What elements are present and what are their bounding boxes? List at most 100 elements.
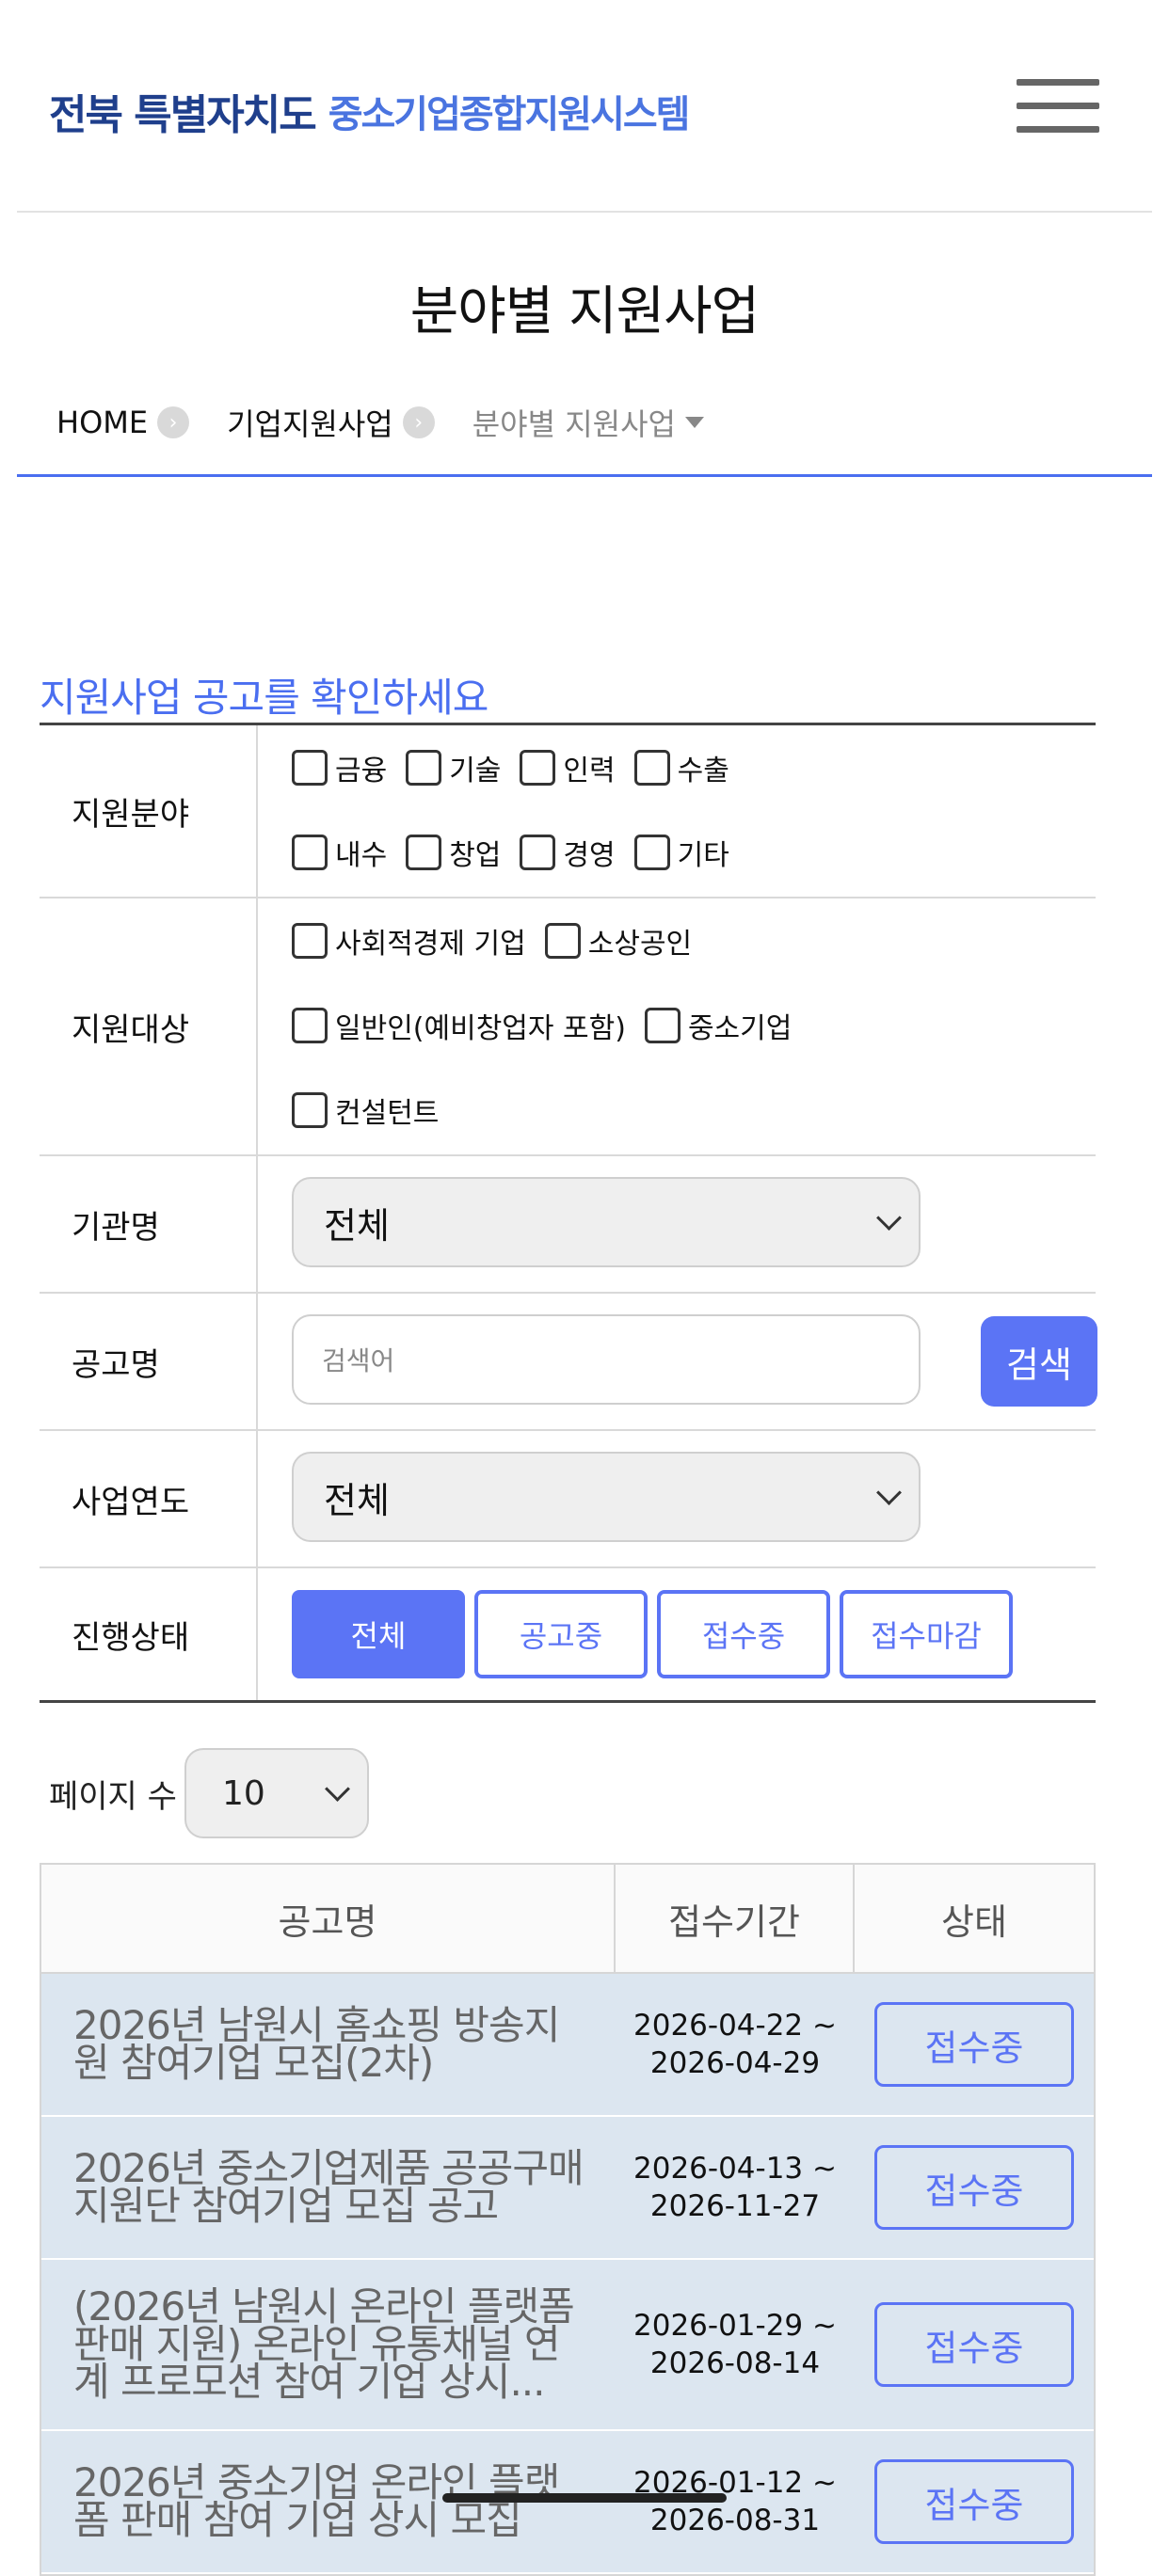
status-badge[interactable]: 접수중 — [874, 2002, 1074, 2087]
header-divider — [17, 211, 1152, 213]
filter-row-target: 지원대상 사회적경제 기업 소상공인 일반인(예비창업자 포함) 중소기업 컨설… — [40, 898, 1096, 1156]
site-logo[interactable]: 전북 특별자치도 중소기업종합지원시스템 — [49, 83, 691, 139]
notice-title-link[interactable]: (2026년 남원시 온라인 플랫폼 판매 지원) 온라인 유통채널 연계 프로… — [41, 2260, 616, 2429]
checkbox-target-consultant[interactable]: 컨설턴트 — [292, 1089, 439, 1131]
checkbox-field-tech[interactable]: 기술 — [406, 747, 501, 788]
checkbox-field-finance[interactable]: 금융 — [292, 747, 387, 788]
page-size-value: 10 — [221, 1773, 265, 1813]
period-end: 2026-08-14 — [649, 2346, 821, 2380]
breadcrumb-support[interactable]: 기업지원사업 — [227, 401, 393, 444]
checkbox-label: 소상공인 — [587, 928, 693, 961]
period-cell: 2026-04-22 ~2026-04-29 — [616, 1974, 855, 2115]
checkbox-target-social[interactable]: 사회적경제 기업 — [292, 920, 526, 962]
column-header-period: 접수기간 — [616, 1865, 855, 1972]
period-start: 2026-04-13 ~ — [633, 2152, 837, 2186]
column-header-title: 공고명 — [41, 1865, 616, 1972]
page-size-control: 페이지 수 10 — [49, 1748, 369, 1838]
checkbox-label: 사회적경제 기업 — [335, 928, 526, 961]
checkbox-box[interactable] — [292, 750, 328, 786]
checkbox-label: 경영 — [563, 839, 616, 872]
checkbox-box[interactable] — [292, 923, 328, 959]
table-row[interactable]: 2026년 남원시 홈쇼핑 방송지원 참여기업 모집(2차) 2026-04-2… — [41, 1974, 1094, 2117]
filter-row-agency: 기관명 전체 — [40, 1156, 1096, 1294]
status-badge[interactable]: 접수중 — [874, 2302, 1074, 2387]
filter-label-agency: 기관명 — [40, 1156, 258, 1292]
filter-row-notice: 공고명 검색어 검색 — [40, 1294, 1097, 1431]
home-indicator[interactable] — [442, 2493, 727, 2503]
results-table: 공고명 접수기간 상태 2026년 남원시 홈쇼핑 방송지원 참여기업 모집(2… — [40, 1863, 1096, 2576]
checkbox-box[interactable] — [544, 923, 581, 959]
agency-select[interactable]: 전체 — [292, 1177, 921, 1267]
filter-row-field: 지원분야 금융 기술 인력 수출 내수 창업 경영 기타 — [40, 725, 1096, 898]
page-size-select[interactable]: 10 — [184, 1748, 369, 1838]
status-button-closed[interactable]: 접수마감 — [840, 1590, 1013, 1678]
checkbox-label: 창업 — [449, 839, 502, 872]
checkbox-box[interactable] — [406, 835, 442, 870]
table-row[interactable]: (2026년 남원시 온라인 플랫폼 판매 지원) 온라인 유통채널 연계 프로… — [41, 2260, 1094, 2431]
checkbox-target-smallbiz[interactable]: 소상공인 — [544, 920, 693, 962]
notice-search-input[interactable]: 검색어 — [292, 1314, 921, 1405]
checkbox-field-export[interactable]: 수출 — [633, 747, 729, 788]
breadcrumb-home[interactable]: HOME — [56, 405, 148, 440]
checkbox-box[interactable] — [520, 750, 556, 786]
checkbox-box[interactable] — [520, 835, 556, 870]
period-cell: 2026-04-13 ~2026-11-27 — [616, 2117, 855, 2258]
table-header: 공고명 접수기간 상태 — [41, 1865, 1094, 1974]
checkbox-label: 기술 — [449, 755, 502, 787]
search-button[interactable]: 검색 — [981, 1316, 1097, 1407]
status-badge[interactable]: 접수중 — [874, 2145, 1074, 2230]
checkbox-box[interactable] — [406, 750, 442, 786]
checkbox-target-general[interactable]: 일반인(예비창업자 포함) — [292, 1005, 626, 1046]
checkbox-label: 내수 — [335, 839, 388, 872]
filter-row-status: 진행상태 전체 공고중 접수중 접수마감 — [40, 1568, 1096, 1703]
breadcrumb: HOME › 기업지원사업 › 분야별 지원사업 — [56, 399, 704, 446]
checkbox-box[interactable] — [633, 750, 670, 786]
notice-title-link[interactable]: 2026년 남원시 홈쇼핑 방송지원 참여기업 모집(2차) — [41, 1974, 616, 2115]
checkbox-field-startup[interactable]: 창업 — [406, 832, 501, 873]
year-select-value: 전체 — [324, 1479, 390, 1521]
header: 전북 특별자치도 중소기업종합지원시스템 — [0, 0, 1169, 213]
caret-down-icon[interactable] — [684, 417, 704, 428]
filter-table: 지원분야 금융 기술 인력 수출 내수 창업 경영 기타 지원대상 사회적경제 … — [40, 723, 1097, 1703]
year-select[interactable]: 전체 — [292, 1452, 921, 1542]
hamburger-menu-icon[interactable] — [1017, 79, 1099, 133]
filter-label-field: 지원분야 — [40, 725, 258, 897]
checkbox-label: 금융 — [335, 755, 388, 787]
checkbox-box[interactable] — [292, 1008, 328, 1043]
period-start: 2026-04-22 ~ — [633, 2009, 837, 2043]
checkbox-field-domestic[interactable]: 내수 — [292, 832, 387, 873]
checkbox-box[interactable] — [292, 835, 328, 870]
checkbox-box[interactable] — [633, 835, 670, 870]
checkbox-box[interactable] — [644, 1008, 681, 1043]
status-button-all[interactable]: 전체 — [292, 1590, 465, 1678]
checkbox-label: 수출 — [677, 755, 729, 787]
breadcrumb-current[interactable]: 분야별 지원사업 — [472, 401, 676, 444]
status-button-announcing[interactable]: 공고중 — [474, 1590, 648, 1678]
page-title: 분야별 지원사업 — [409, 281, 760, 342]
filter-label-notice: 공고명 — [40, 1294, 258, 1429]
checkbox-label: 기타 — [677, 839, 729, 872]
filter-label-status: 진행상태 — [40, 1568, 258, 1700]
checkbox-label: 중소기업 — [687, 1012, 793, 1045]
period-end: 2026-11-27 — [649, 2189, 821, 2223]
checkbox-box[interactable] — [292, 1092, 328, 1128]
checkbox-field-hr[interactable]: 인력 — [520, 747, 616, 788]
status-badge[interactable]: 접수중 — [874, 2459, 1074, 2544]
period-start: 2026-01-29 ~ — [633, 2309, 837, 2343]
column-header-status: 상태 — [941, 1900, 1007, 1943]
checkbox-label: 일반인(예비창업자 포함) — [335, 1012, 626, 1045]
agency-select-value: 전체 — [324, 1204, 390, 1247]
table-row[interactable]: 2026년 중소기업 온라인 플랫폼 판매 참여 기업 상시 모집 2026-0… — [41, 2431, 1094, 2574]
filter-label-target: 지원대상 — [40, 898, 258, 1154]
chevron-right-icon: › — [402, 406, 435, 438]
logo-secondary: 중소기업종합지원시스템 — [328, 93, 691, 136]
chevron-down-icon — [876, 1205, 902, 1231]
checkbox-field-etc[interactable]: 기타 — [633, 832, 729, 873]
status-button-receiving[interactable]: 접수중 — [657, 1590, 830, 1678]
checkbox-target-sme[interactable]: 중소기업 — [644, 1005, 793, 1046]
checkbox-field-management[interactable]: 경영 — [520, 832, 616, 873]
breadcrumb-divider — [17, 474, 1152, 477]
table-row[interactable]: 2026년 중소기업제품 공공구매 지원단 참여기업 모집 공고 2026-04… — [41, 2117, 1094, 2260]
page-size-label: 페이지 수 — [49, 1777, 177, 1816]
notice-title-link[interactable]: 2026년 중소기업제품 공공구매 지원단 참여기업 모집 공고 — [41, 2117, 616, 2258]
